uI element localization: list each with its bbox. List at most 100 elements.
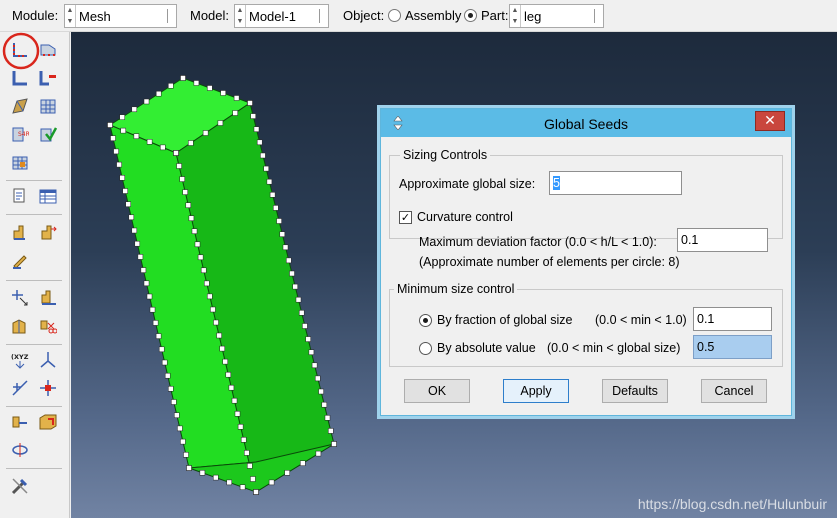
- model-combo[interactable]: ▲ ▼ Model-1: [234, 4, 329, 28]
- seed-marker: [226, 479, 232, 486]
- seed-marker: [160, 144, 166, 151]
- dialog-title: Global Seeds: [543, 116, 629, 132]
- toolbox-divider: [6, 468, 62, 469]
- seed-marker: [193, 80, 200, 86]
- partition-tool[interactable]: [8, 94, 32, 118]
- delete-icon: [40, 320, 57, 334]
- seed-marker: [200, 267, 207, 274]
- module-value: Mesh: [79, 9, 111, 24]
- seed-marker: [250, 113, 256, 119]
- seed-marker: [182, 189, 188, 195]
- query-icon: [13, 188, 25, 203]
- tools-tool[interactable]: [8, 474, 32, 498]
- curvature-control-checkbox[interactable]: ✓: [399, 211, 412, 224]
- seed-marker: [146, 293, 153, 300]
- assign-stack-icon: [12, 156, 28, 170]
- pencil-icon: [13, 255, 27, 269]
- spin-icon[interactable]: ▲ ▼: [510, 5, 521, 27]
- approx-global-size-field[interactable]: 5: [549, 171, 682, 195]
- by-fraction-radio[interactable]: [419, 314, 432, 327]
- element-type-icon: [39, 71, 56, 86]
- assembly-radio[interactable]: [388, 9, 401, 22]
- virtual-topology-icon: S4R: [12, 127, 29, 142]
- datum-csys-tool[interactable]: (XYZ): [8, 348, 32, 372]
- assembly-label: Assembly: [405, 8, 462, 23]
- cancel-button[interactable]: Cancel: [701, 379, 767, 403]
- seed-marker: [263, 165, 269, 172]
- model-label: Model:: [190, 8, 230, 23]
- seed-marker: [131, 227, 138, 234]
- by-absolute-field[interactable]: 0.5: [693, 335, 772, 359]
- global-seeds-dialog: Global Seeds ✕ Sizing Controls Approxima…: [380, 108, 792, 416]
- seed-marker: [232, 110, 238, 116]
- element-type-tool[interactable]: [36, 66, 60, 90]
- seed-marker: [331, 441, 337, 447]
- chevron-down-icon[interactable]: [594, 9, 600, 23]
- max-deviation-value: 0.1: [681, 233, 699, 247]
- close-button[interactable]: ✕: [755, 111, 785, 131]
- seed-marker: [188, 140, 194, 146]
- datum-point-tool[interactable]: [8, 376, 32, 400]
- seed-marker: [311, 362, 318, 369]
- virtual-topology-tool[interactable]: S4R: [8, 122, 32, 146]
- table-tool[interactable]: [36, 184, 60, 208]
- ok-button[interactable]: OK: [404, 379, 470, 403]
- by-absolute-label: By absolute value: [437, 341, 536, 355]
- verify-mesh-tool[interactable]: [36, 122, 60, 146]
- module-combo[interactable]: ▲ ▼ Mesh: [64, 4, 177, 28]
- by-fraction-field[interactable]: 0.1: [693, 307, 772, 331]
- apply-button[interactable]: Apply: [503, 379, 569, 403]
- seed-marker: [133, 133, 140, 139]
- mesh-part-tool[interactable]: [36, 94, 60, 118]
- datum-tool[interactable]: [8, 286, 32, 310]
- spin-icon[interactable]: ▲ ▼: [235, 5, 246, 27]
- part-combo[interactable]: ▲ ▼ leg: [509, 4, 604, 28]
- assign-stack-tool[interactable]: [8, 150, 32, 174]
- delete-tool[interactable]: [36, 314, 60, 338]
- chevron-down-icon[interactable]: [167, 9, 173, 23]
- mesh-region-tool[interactable]: [36, 220, 60, 244]
- dialog-title-bar[interactable]: Global Seeds ✕: [381, 109, 791, 137]
- toolbox-divider: [6, 406, 62, 407]
- feature-tool[interactable]: [8, 410, 32, 434]
- edit-mesh-tool[interactable]: [8, 220, 32, 244]
- seed-marker: [315, 450, 322, 457]
- max-deviation-field[interactable]: 0.1: [677, 228, 768, 252]
- seed-marker: [204, 280, 210, 287]
- query-tool[interactable]: [8, 184, 32, 208]
- solid-tool[interactable]: [36, 410, 60, 434]
- datum-axis-icon: [40, 352, 56, 368]
- seed-marker: [216, 332, 222, 339]
- seed-marker: [131, 106, 138, 113]
- by-absolute-radio[interactable]: [419, 342, 432, 355]
- table-icon: [39, 189, 57, 204]
- seed-marker: [244, 450, 250, 456]
- transform-icon: [12, 443, 28, 457]
- seed-marker: [282, 244, 289, 251]
- by-fraction-range: (0.0 < min < 1.0): [595, 313, 687, 327]
- seed-marker: [177, 425, 183, 432]
- datum-plane-tool[interactable]: [36, 376, 60, 400]
- seed-marker: [268, 479, 275, 486]
- seed-edges-tool[interactable]: [36, 38, 60, 62]
- seed-marker: [143, 280, 150, 287]
- draw-tool[interactable]: [8, 248, 32, 272]
- object-label: Object:: [343, 8, 385, 23]
- toolbox: S4R (XYZ): [0, 32, 70, 518]
- seed-marker: [107, 122, 113, 128]
- curvature-control-label: Curvature control: [417, 210, 513, 224]
- transform-tool[interactable]: [8, 438, 32, 462]
- seed-marker: [220, 90, 226, 96]
- model-value: Model-1: [249, 9, 296, 24]
- datum-axis-tool[interactable]: [36, 348, 60, 372]
- part-radio[interactable]: [464, 9, 477, 22]
- partition-face-tool[interactable]: [8, 314, 32, 338]
- partition-icon: [12, 98, 28, 114]
- chevron-down-icon[interactable]: [319, 9, 325, 23]
- spin-icon[interactable]: ▲ ▼: [65, 5, 76, 27]
- defaults-button[interactable]: Defaults: [602, 379, 668, 403]
- mesh-controls-tool[interactable]: [8, 66, 32, 90]
- seed-marker: [289, 270, 295, 277]
- select-tool[interactable]: [36, 286, 60, 310]
- seed-marker: [247, 463, 253, 469]
